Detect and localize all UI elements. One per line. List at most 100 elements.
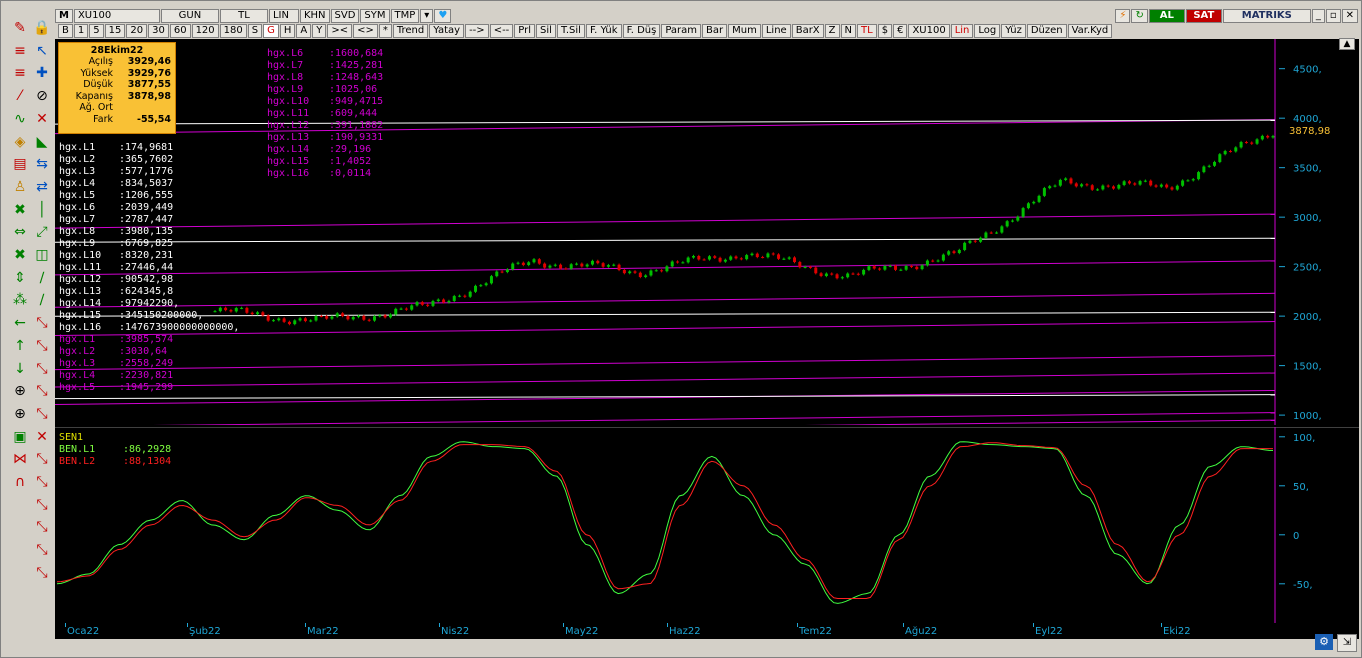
settings-icon[interactable]: ⚙ [1315, 634, 1333, 650]
toolbar2-item-23[interactable]: T.Sil [556, 24, 585, 38]
toolbar2-item-22[interactable]: Sil [536, 24, 556, 38]
drawing-tool-icon[interactable]: ⤡ [33, 314, 51, 332]
toolbar2-item-18[interactable]: Yatay [429, 24, 465, 38]
toolbar2-item-31[interactable]: Z [824, 24, 840, 38]
sell-button[interactable]: SAT [1185, 9, 1222, 23]
toolbar2-item-38[interactable]: Log [974, 24, 1001, 38]
drawing-tool-icon[interactable]: ⤢ [33, 223, 51, 241]
minimize-icon[interactable]: _ [1311, 9, 1325, 23]
drawing-tool-icon[interactable]: ▤ [11, 155, 29, 173]
drawing-tool-icon[interactable]: ∩ [11, 473, 29, 491]
drawing-tool-icon[interactable]: ⇆ [33, 155, 51, 173]
drawing-tool-icon[interactable]: ⤡ [33, 473, 51, 491]
drawing-tool-icon[interactable]: ⤡ [33, 496, 51, 514]
symbol-field[interactable]: XU100 [73, 9, 160, 23]
drawing-tool-icon[interactable]: ◣ [33, 133, 51, 151]
drawing-tool-icon[interactable]: ⤡ [33, 450, 51, 468]
drawing-tool-icon[interactable]: ≡ [11, 42, 29, 60]
refresh-icon[interactable]: ↻ [1131, 9, 1148, 23]
drawing-tool-icon[interactable]: ⁄ [11, 87, 29, 105]
toolbar2-item-3[interactable]: 15 [104, 24, 126, 38]
toolbar2-item-35[interactable]: € [893, 24, 908, 38]
drawing-tool-icon[interactable]: ⊕ [11, 382, 29, 400]
toolbar2-item-41[interactable]: Var.Kyd [1067, 24, 1113, 38]
toolbar2-item-30[interactable]: BarX [791, 24, 824, 38]
toolbar2-item-5[interactable]: 30 [148, 24, 169, 38]
close-icon[interactable]: ✕ [1341, 9, 1358, 23]
drawing-tool-icon[interactable]: ⤡ [33, 405, 51, 423]
dropdown-icon[interactable]: ▾ [420, 9, 434, 23]
menu-button[interactable]: M [55, 9, 73, 23]
scroll-up-icon[interactable]: ▲ [1339, 38, 1355, 50]
svd-button[interactable]: SVD [330, 9, 360, 23]
toolbar2-item-0[interactable]: B [58, 24, 73, 38]
drawing-tool-icon[interactable]: ∕ [33, 269, 51, 287]
toolbar2-item-29[interactable]: Line [761, 24, 791, 38]
toolbar2-item-16[interactable]: * [378, 24, 392, 38]
toolbar2-item-28[interactable]: Mum [728, 24, 761, 38]
drawing-tool-icon[interactable]: ✚ [33, 64, 51, 82]
toolbar2-item-36[interactable]: XU100 [908, 24, 950, 38]
drawing-tool-icon[interactable]: ◈ [11, 133, 29, 151]
toolbar2-item-34[interactable]: $ [877, 24, 893, 38]
tmp-button[interactable]: TMP [390, 9, 420, 23]
period-select[interactable]: GUN [160, 9, 219, 23]
drawing-tool-icon[interactable]: ▣ [11, 428, 29, 446]
drawing-tool-icon[interactable]: ✕ [33, 428, 51, 446]
toolbar2-item-17[interactable]: Trend [392, 24, 429, 38]
toolbar2-item-40[interactable]: Düzen [1026, 24, 1067, 38]
drawing-tool-icon[interactable]: ⊘ [33, 87, 51, 105]
toolbar2-item-2[interactable]: 5 [89, 24, 104, 38]
toolbar2-item-10[interactable]: G [263, 24, 279, 38]
drawing-tool-icon[interactable]: ∕ [33, 291, 51, 309]
toolbar2-item-37[interactable]: Lin [950, 24, 974, 38]
toolbar2-item-25[interactable]: F. Düş [622, 24, 661, 38]
drawing-tool-icon[interactable]: ◫ [33, 246, 51, 264]
toolbar2-item-8[interactable]: 180 [219, 24, 247, 38]
buy-button[interactable]: AL [1148, 9, 1185, 23]
scale-select[interactable]: LIN [268, 9, 299, 23]
toolbar2-item-26[interactable]: Param [661, 24, 702, 38]
drawing-tool-icon[interactable]: ⤡ [33, 564, 51, 582]
drawing-tool-icon[interactable]: ⤡ [33, 360, 51, 378]
toolbar2-item-12[interactable]: A [296, 24, 312, 38]
drawing-tool-icon[interactable]: ⇔ [11, 223, 29, 241]
khn-button[interactable]: KHN [299, 9, 330, 23]
toolbar2-item-39[interactable]: Yüz [1001, 24, 1026, 38]
drawing-tool-icon[interactable]: ↑ [11, 337, 29, 355]
toolbar2-item-20[interactable]: <-- [489, 24, 514, 38]
drawing-tool-icon[interactable]: ✕ [33, 110, 51, 128]
expand-icon[interactable]: ⇲ [1337, 634, 1357, 652]
drawing-tool-icon[interactable]: ♙ [11, 178, 29, 196]
toolbar2-item-4[interactable]: 20 [126, 24, 148, 38]
sym-button[interactable]: SYM [360, 9, 390, 23]
drawing-tool-icon[interactable]: ↖ [33, 42, 51, 60]
toolbar2-item-11[interactable]: H [279, 24, 296, 38]
drawing-tool-icon[interactable]: ⋈ [11, 450, 29, 468]
toolbar2-item-21[interactable]: Prl [514, 24, 536, 38]
toolbar2-item-33[interactable]: TL [857, 24, 877, 38]
drawing-tool-icon[interactable]: │ [33, 201, 51, 219]
toolbar2-item-7[interactable]: 120 [191, 24, 219, 38]
toolbar2-item-15[interactable]: <> [353, 24, 378, 38]
lightning-icon[interactable]: ⚡ [1115, 9, 1131, 23]
toolbar2-item-1[interactable]: 1 [73, 24, 89, 38]
price-chart[interactable]: 4500, 4000, 3500, 3000, 2500, 2000, 1500, 1000,… [55, 39, 1359, 425]
drawing-tool-icon[interactable]: ✖ [11, 201, 29, 219]
currency-select[interactable]: TL [219, 9, 268, 23]
toolbar2-item-32[interactable]: N [840, 24, 856, 38]
drawing-tool-icon[interactable]: ← [11, 314, 29, 332]
drawing-tool-icon[interactable]: ⤡ [33, 382, 51, 400]
toolbar2-item-6[interactable]: 60 [169, 24, 191, 38]
drawing-tool-icon[interactable]: ⁂ [11, 291, 29, 309]
drawing-tool-icon[interactable]: ⤡ [33, 518, 51, 536]
drawing-tool-icon[interactable]: ≡ [11, 64, 29, 82]
drawing-tool-icon[interactable]: 🔒 [33, 19, 51, 37]
drawing-tool-icon[interactable]: ✖ [11, 246, 29, 264]
drawing-tool-icon[interactable]: ⤡ [33, 541, 51, 559]
toolbar2-item-13[interactable]: Y [312, 24, 327, 38]
toolbar2-item-19[interactable]: --> [465, 24, 489, 38]
drawing-tool-icon[interactable]: ⇄ [33, 178, 51, 196]
drawing-tool-icon[interactable]: ⤡ [33, 337, 51, 355]
drawing-tool-icon[interactable]: ⇕ [11, 269, 29, 287]
